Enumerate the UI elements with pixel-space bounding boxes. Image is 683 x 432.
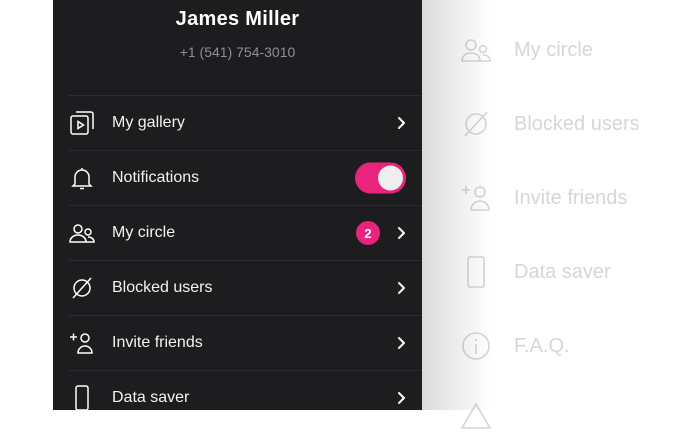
menu-item-label: Blocked users <box>112 279 213 296</box>
menu-item-data-saver[interactable]: Data saver <box>68 370 422 410</box>
menu-item-my-gallery[interactable]: My gallery <box>68 95 422 150</box>
profile-phone: +1 (541) 754-3010 <box>179 44 296 60</box>
menu-item-label: My gallery <box>112 114 185 131</box>
chevron-right-icon <box>398 337 405 349</box>
bell-icon <box>68 164 96 192</box>
menu-item-label: Notifications <box>112 169 200 186</box>
background-item-label: Data saver <box>514 260 611 283</box>
notification-count-badge: 2 <box>356 221 380 245</box>
background-item-label: Invite friends <box>514 186 628 209</box>
side-drawer: James Miller +1 (541) 754-3010 My galler… <box>53 0 422 410</box>
menu-item-label: Data saver <box>112 389 190 406</box>
menu-item-notifications: Notifications <box>68 150 422 205</box>
chevron-right-icon <box>398 117 405 129</box>
gallery-icon <box>68 109 96 137</box>
background-item-label: Blocked users <box>514 112 640 135</box>
background-item-label: My circle <box>514 38 593 61</box>
notifications-toggle[interactable] <box>355 162 406 194</box>
chevron-right-icon <box>398 227 405 239</box>
add-person-icon <box>68 329 96 357</box>
menu-item-blocked-users[interactable]: Blocked users <box>68 260 422 315</box>
drawer-shadow <box>422 0 492 410</box>
menu-item-invite-friends[interactable]: Invite friends <box>68 315 422 370</box>
menu-item-label: My circle <box>112 224 176 241</box>
drawer-menu: My gallery Notifications My circle 2 Blo… <box>68 95 422 410</box>
people-icon <box>68 219 96 247</box>
menu-item-label: Invite friends <box>112 334 203 351</box>
profile-name: James Miller <box>175 8 300 30</box>
chevron-right-icon <box>398 392 405 404</box>
blocked-icon <box>68 274 96 302</box>
phone-icon <box>68 384 96 410</box>
background-item-label: F.A.Q. <box>514 334 570 357</box>
menu-item-my-circle[interactable]: My circle 2 <box>68 205 422 260</box>
chevron-right-icon <box>398 282 405 294</box>
toggle-knob <box>378 165 403 191</box>
